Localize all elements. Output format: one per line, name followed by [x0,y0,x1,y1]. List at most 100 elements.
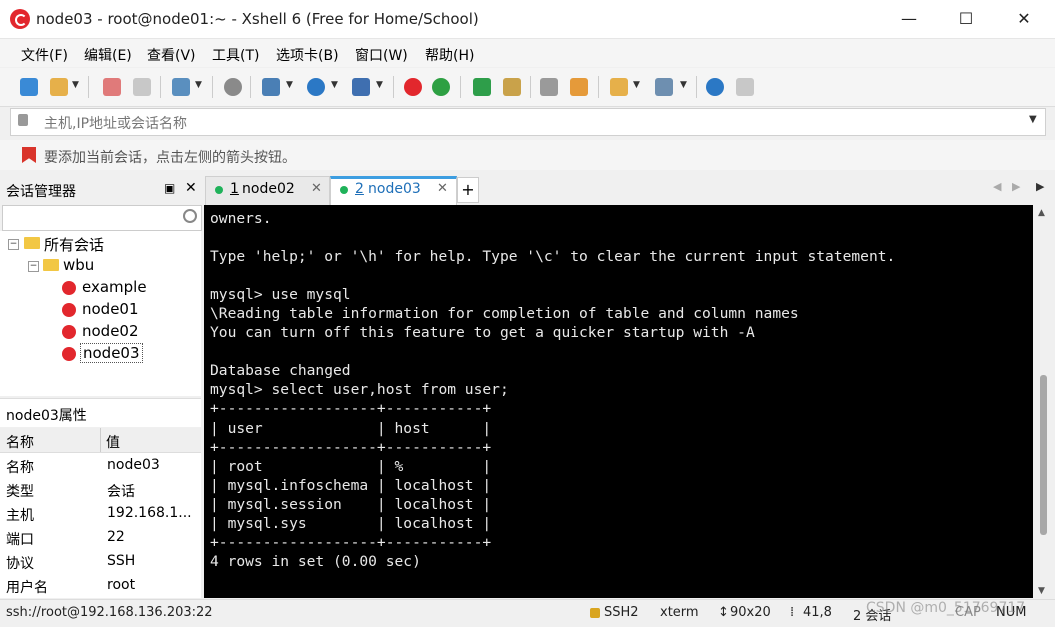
prop-value: SSH [107,553,136,569]
ssh-lock-icon [590,608,600,618]
tab-scroll-right-icon[interactable]: ▶ [1012,180,1020,193]
fullscreen-icon[interactable] [473,78,491,96]
help-icon[interactable] [706,78,724,96]
open-dropdown-icon[interactable]: ▼ [72,80,79,90]
prop-key: 端口 [6,532,34,548]
toolbar-separator [393,76,394,98]
tree-session-example[interactable]: example [82,278,147,296]
prop-value: 192.168.1... [107,505,192,521]
menu-window[interactable]: 窗口(W) [355,45,408,65]
collapse-toggle-icon[interactable]: − [28,261,39,272]
toolbar-separator [460,76,461,98]
cursor-icon: ⁞ [790,605,795,620]
prop-key: 协议 [6,556,34,572]
xshell-icon[interactable] [404,78,422,96]
tab-layout-icon[interactable] [655,78,673,96]
globe-icon[interactable] [307,78,325,96]
layout-icon[interactable] [262,78,280,96]
session-icon [62,303,76,317]
tab-close-icon[interactable]: ✕ [311,181,322,196]
font-dropdown-icon[interactable]: ▼ [376,80,383,90]
resize-icon: ↕ [718,605,729,620]
scroll-up-icon[interactable]: ▲ [1038,208,1045,218]
tree-session-node02[interactable]: node02 [82,322,139,340]
address-dropdown-icon[interactable]: ▼ [1029,114,1037,125]
minimize-button[interactable]: — [880,0,938,38]
menu-file[interactable]: 文件(F) [21,45,68,65]
prop-value: 会话 [107,484,135,500]
pin-icon[interactable]: ▣ [164,181,175,195]
tab-label: node02 [242,181,295,197]
toolbar-separator [250,76,251,98]
reconnect-icon[interactable] [103,78,121,96]
menu-tools[interactable]: 工具(T) [212,45,259,65]
new-session-icon[interactable] [20,78,38,96]
window-title: node03 - root@node01:~ - Xshell 6 (Free … [36,10,479,28]
prop-key: 用户名 [6,580,48,596]
tab-scroll-left-icon[interactable]: ◀ [993,180,1001,193]
font-icon[interactable] [352,78,370,96]
watermark: CSDN @m0_51769717 [866,600,1026,616]
properties-dropdown-icon[interactable]: ▼ [195,80,202,90]
menu-edit[interactable]: 编辑(E) [84,45,132,65]
connected-status-icon [215,186,223,194]
disconnect-icon[interactable] [133,78,151,96]
close-button[interactable]: ✕ [995,0,1053,38]
session-search-input[interactable] [2,205,202,231]
address-input-placeholder[interactable]: 主机,IP地址或会话名称 [44,113,187,133]
toolbar-separator [530,76,531,98]
toolbar [0,68,1055,107]
keyboard-icon[interactable] [540,78,558,96]
find-icon[interactable] [224,78,242,96]
globe-dropdown-icon[interactable]: ▼ [331,80,338,90]
xftp-icon[interactable] [432,78,450,96]
menu-view[interactable]: 查看(V) [147,45,196,65]
lock-icon [18,114,28,126]
scroll-thumb[interactable] [1040,375,1047,535]
new-tab-button[interactable]: + [457,177,479,203]
open-folder-icon[interactable] [50,78,68,96]
toolbar-separator [212,76,213,98]
tree-session-node03[interactable]: node03 [80,343,143,363]
tree-session-node01[interactable]: node01 [82,300,139,318]
add-folder-icon[interactable] [610,78,628,96]
add-folder-dropdown-icon[interactable]: ▼ [633,80,640,90]
status-cursor: 41,8 [803,605,832,620]
maximize-button[interactable]: ☐ [937,0,995,38]
tab-number: 1 [230,181,239,197]
terminal-output[interactable]: owners. Type 'help;' or '\h' for help. T… [210,209,895,571]
tab-menu-icon[interactable]: ▶ [1036,180,1044,193]
prop-value: root [107,577,136,593]
session-icon [62,281,76,295]
properties-icon[interactable] [172,78,190,96]
properties-column-value[interactable]: 值 [106,432,120,452]
prop-key: 名称 [6,460,34,476]
compose-icon[interactable] [570,78,588,96]
status-size: 90x20 [730,605,771,620]
tab-close-icon[interactable]: ✕ [437,181,448,196]
prop-key: 主机 [6,508,34,524]
toolbar-separator [696,76,697,98]
search-icon[interactable] [183,209,197,223]
menu-tabs[interactable]: 选项卡(B) [276,45,339,65]
collapse-toggle-icon[interactable]: − [8,239,19,250]
close-panel-icon[interactable]: ✕ [185,180,197,196]
status-protocol: SSH2 [604,605,639,620]
prop-value: node03 [107,457,160,473]
tab-layout-dropdown-icon[interactable]: ▼ [680,80,687,90]
properties-column-name[interactable]: 名称 [6,432,34,452]
lock-icon[interactable] [503,78,521,96]
connection-string: ssh://root@192.168.136.203:22 [6,605,213,620]
session-manager-title: 会话管理器 [6,184,76,200]
properties-title: node03属性 [6,408,87,424]
xshell-logo-icon [10,9,30,29]
chat-icon[interactable] [736,78,754,96]
session-icon [62,325,76,339]
connected-status-icon [340,186,348,194]
tree-root-label[interactable]: 所有会话 [44,234,104,255]
toolbar-separator [598,76,599,98]
tree-folder-label[interactable]: wbu [63,256,94,274]
layout-dropdown-icon[interactable]: ▼ [286,80,293,90]
menu-help[interactable]: 帮助(H) [425,45,474,65]
scroll-down-icon[interactable]: ▼ [1038,586,1045,596]
